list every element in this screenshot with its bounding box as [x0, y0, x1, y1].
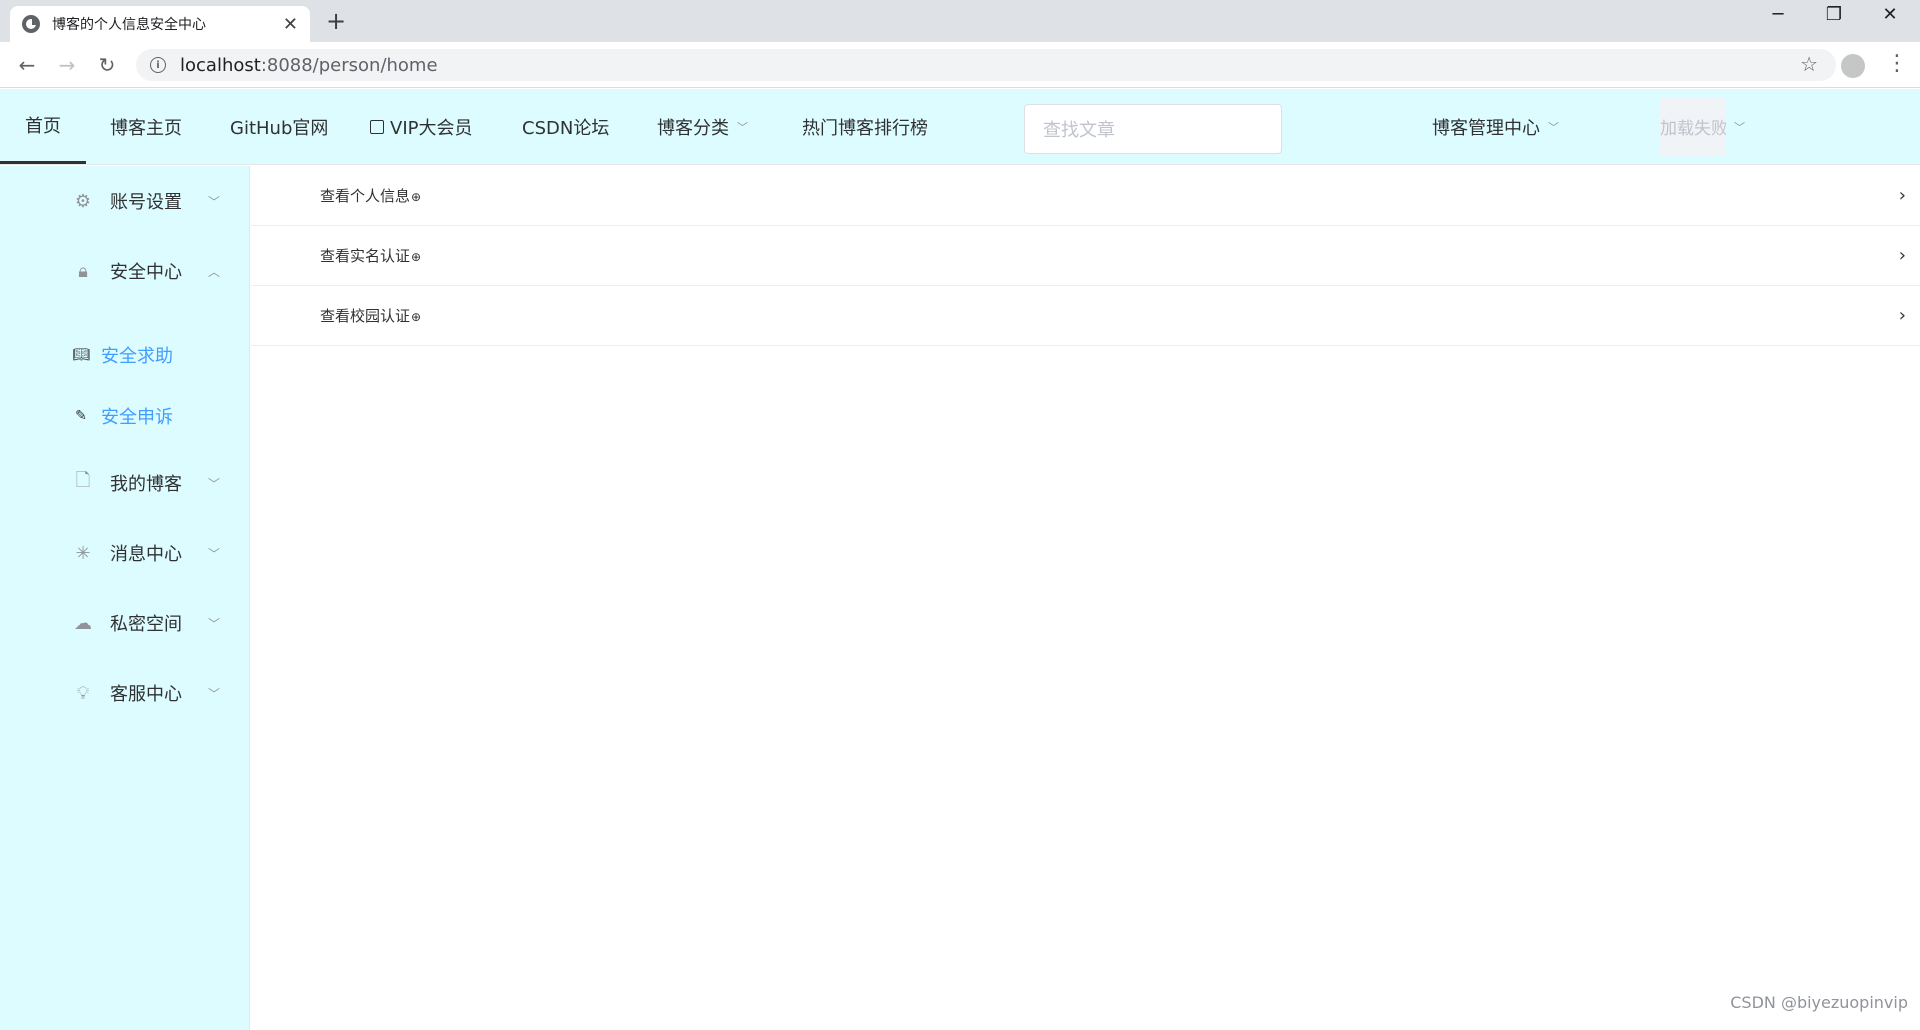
row-label: 查看个人信息	[320, 187, 411, 205]
list-item-personal-info[interactable]: 查看个人信息⊕ ›	[251, 166, 1920, 226]
chevron-down-icon: ﹀	[208, 476, 221, 491]
submenu-security-help[interactable]: 📖︎ 安全求助	[0, 327, 250, 383]
nav-label: CSDN论坛	[522, 117, 610, 139]
list-item-campus-auth[interactable]: 查看校园认证⊕ ›	[251, 286, 1920, 346]
vip-icon	[370, 119, 384, 134]
app-header: 首页 博客主页 GitHub官网 VIP大会员 CSDN论坛 博客分类 ﹀ 热门…	[0, 89, 1920, 165]
chevron-down-icon: ﹀	[208, 686, 221, 701]
chevron-right-icon: ›	[1898, 185, 1906, 206]
profile-avatar-icon[interactable]	[1841, 54, 1865, 78]
chevron-down-icon[interactable]: ﹀	[1734, 89, 1745, 164]
reload-icon[interactable]: ↻	[92, 50, 122, 80]
nav-home[interactable]: 首页	[0, 89, 86, 164]
menu-label: 我的博客	[110, 474, 182, 495]
chevron-down-icon: ﹀	[208, 194, 221, 209]
lock-icon: 🔒︎	[78, 260, 88, 282]
book-icon: 📖︎	[72, 347, 90, 363]
url-path: :8088/person/home	[260, 54, 438, 76]
restore-icon[interactable]: ❐	[1811, 4, 1857, 25]
search-input[interactable]: 查找文章	[1024, 104, 1282, 154]
nav-label: GitHub官网	[230, 117, 329, 139]
nav-label: 博客主页	[110, 117, 182, 139]
browser-tab[interactable]: 博客的个人信息安全中心 ✕	[10, 6, 310, 42]
zoom-in-icon: ⊕	[411, 250, 422, 264]
chevron-down-icon: ﹀	[208, 546, 221, 561]
document-add-icon: 🗋︎	[75, 470, 91, 491]
new-tab-button[interactable]: +	[326, 8, 346, 34]
address-bar[interactable]: i localhost:8088/person/home ☆	[136, 49, 1836, 81]
chevron-right-icon: ›	[1898, 245, 1906, 266]
chevron-right-icon: ›	[1898, 305, 1906, 326]
menu-label: 客服中心	[110, 684, 182, 705]
cloud-upload-icon: ☁	[74, 612, 92, 634]
globe-icon	[22, 15, 40, 33]
menu-label: 安全中心	[110, 262, 182, 283]
menu-label: 账号设置	[110, 192, 182, 213]
chevron-down-icon: ﹀	[737, 120, 748, 134]
row-label: 查看实名认证	[320, 247, 411, 265]
list-item-real-name-auth[interactable]: 查看实名认证⊕ ›	[251, 226, 1920, 286]
minimize-icon[interactable]: ─	[1755, 4, 1801, 25]
nav-github[interactable]: GitHub官网	[230, 89, 328, 164]
tab-close-icon[interactable]: ✕	[283, 14, 298, 35]
sidebar-menu-security-center[interactable]: 🔒︎ 安全中心 ︿	[0, 236, 250, 306]
loading-icon: ✳	[75, 542, 91, 564]
menu-label: 消息中心	[110, 544, 182, 565]
nav-label: 博客管理中心	[1432, 117, 1540, 139]
submenu-label: 安全求助	[101, 346, 173, 367]
nav-admin-center[interactable]: 博客管理中心 ﹀	[1432, 89, 1559, 164]
main-content: 查看个人信息⊕ › 查看实名认证⊕ › 查看校园认证⊕ ›	[251, 166, 1920, 1030]
chevron-down-icon: ﹀	[208, 616, 221, 631]
browser-toolbar: ← → ↻ i localhost:8088/person/home ☆ ⋮	[0, 42, 1920, 88]
sidebar-menu-account-settings[interactable]: ⚙ 账号设置 ﹀	[0, 166, 250, 236]
nav-hot-ranking[interactable]: 热门博客排行榜	[802, 89, 928, 164]
submenu-label: 安全申诉	[101, 407, 173, 428]
zoom-in-icon: ⊕	[411, 190, 422, 204]
site-info-icon[interactable]: i	[150, 57, 166, 73]
nav-blog-category[interactable]: 博客分类 ﹀	[657, 89, 748, 164]
sidebar-menu-message-center[interactable]: ✳ 消息中心 ﹀	[0, 518, 250, 588]
bulb-icon: 💡︎	[76, 682, 90, 704]
chevron-down-icon: ﹀	[1548, 120, 1559, 134]
nav-label: VIP大会员	[390, 117, 473, 139]
nav-label: 热门博客排行榜	[802, 117, 928, 139]
sidebar: ⚙ 账号设置 ﹀ 🔒︎ 安全中心 ︿ 📖︎ 安全求助 ✎ 安全申诉 🗋︎ 我的博…	[0, 166, 250, 1030]
submenu-security-appeal[interactable]: ✎ 安全申诉	[0, 388, 250, 444]
browser-tab-strip: 博客的个人信息安全中心 ✕ + ─ ❐ ✕	[0, 0, 1920, 42]
sidebar-menu-private-space[interactable]: ☁ 私密空间 ﹀	[0, 588, 250, 658]
sidebar-menu-my-blog[interactable]: 🗋︎ 我的博客 ﹀	[0, 448, 250, 518]
browser-menu-icon[interactable]: ⋮	[1886, 50, 1908, 78]
sidebar-menu-customer-service[interactable]: 💡︎ 客服中心 ﹀	[0, 658, 250, 728]
nav-label: 首页	[25, 116, 61, 137]
tab-title: 博客的个人信息安全中心	[52, 17, 206, 33]
avatar-load-failed[interactable]: 加载失败	[1660, 97, 1726, 155]
forward-arrow-icon[interactable]: →	[52, 50, 82, 80]
close-window-icon[interactable]: ✕	[1867, 4, 1913, 25]
bookmark-star-icon[interactable]: ☆	[1800, 52, 1818, 76]
edit-icon: ✎	[75, 408, 87, 424]
row-label: 查看校园认证	[320, 307, 411, 325]
nav-blog-home[interactable]: 博客主页	[110, 89, 182, 164]
menu-label: 私密空间	[110, 614, 182, 635]
url-host: localhost	[180, 54, 261, 76]
zoom-in-icon: ⊕	[411, 310, 422, 324]
nav-vip[interactable]: VIP大会员	[370, 89, 472, 164]
gear-icon: ⚙	[74, 190, 92, 212]
watermark: CSDN @biyezuopinvip	[1730, 993, 1908, 1012]
back-arrow-icon[interactable]: ←	[12, 50, 42, 80]
chevron-up-icon: ︿	[208, 264, 221, 279]
nav-csdn-forum[interactable]: CSDN论坛	[522, 89, 609, 164]
nav-label: 博客分类	[657, 117, 729, 139]
